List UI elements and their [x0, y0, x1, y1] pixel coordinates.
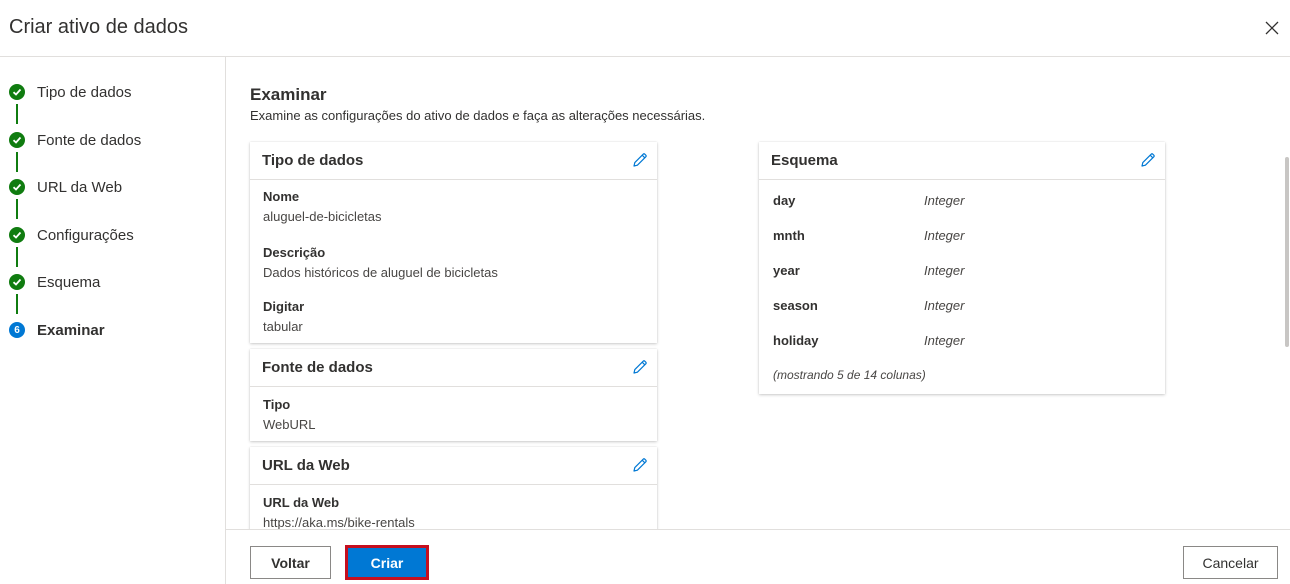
pencil-icon[interactable]: [631, 456, 649, 474]
checkmark-circle-icon: [9, 227, 25, 243]
step-label: Examinar: [37, 321, 105, 339]
wizard-steps: Tipo de dados Fonte de dados URL da Web …: [0, 57, 226, 584]
review-panel: Examinar Examine as configurações do ati…: [226, 57, 1290, 529]
field-label: URL da Web: [263, 495, 340, 510]
page-title: Examinar: [250, 85, 327, 104]
back-button[interactable]: Voltar: [250, 546, 331, 579]
step-label: Esquema: [37, 273, 101, 291]
checkmark-circle-icon: [9, 274, 25, 290]
step-connector: [16, 199, 18, 219]
close-icon: [1265, 21, 1279, 35]
cancel-button[interactable]: Cancelar: [1183, 546, 1278, 579]
step-label: Fonte de dados: [37, 131, 142, 149]
close-button[interactable]: [1262, 18, 1282, 38]
step-connector: [16, 294, 18, 314]
column-type: Integer: [924, 263, 965, 278]
step-configuracoes[interactable]: Configurações: [9, 223, 134, 247]
card-title: Fonte de dados: [262, 359, 373, 376]
pencil-icon[interactable]: [631, 358, 649, 376]
step-connector: [16, 104, 18, 124]
column-name: year: [773, 263, 800, 278]
scrollbar-thumb[interactable]: [1285, 157, 1289, 347]
field-label: Nome: [263, 189, 300, 204]
column-name: season: [773, 298, 818, 313]
schema-row: holiday Integer: [773, 333, 1153, 353]
schema-card: Esquema day Integer mnth Integer year In…: [759, 142, 1165, 394]
data-source-card: Fonte de dados Tipo WebURL: [250, 349, 657, 441]
schema-row: day Integer: [773, 193, 1153, 213]
pencil-icon[interactable]: [1139, 151, 1157, 169]
column-type: Integer: [924, 193, 965, 208]
card-title: Esquema: [771, 152, 838, 169]
step-number-badge: 6: [9, 322, 25, 338]
step-label: Configurações: [37, 226, 134, 244]
schema-row: year Integer: [773, 263, 1153, 283]
step-url-da-web[interactable]: URL da Web: [9, 175, 122, 199]
card-header: Tipo de dados: [250, 142, 657, 180]
data-type-card: Tipo de dados Nome aluguel-de-bicicletas…: [250, 142, 657, 343]
column-name: mnth: [773, 228, 805, 243]
field-label: Tipo: [263, 397, 291, 412]
dialog-footer: Voltar Criar Cancelar: [226, 529, 1290, 584]
step-esquema[interactable]: Esquema: [9, 270, 100, 294]
column-type: Integer: [924, 298, 965, 313]
dialog-title: Criar ativo de dados: [9, 16, 188, 38]
field-value: https://aka.ms/bike-rentals: [263, 515, 415, 529]
schema-row: season Integer: [773, 298, 1153, 318]
step-fonte-de-dados[interactable]: Fonte de dados: [9, 128, 141, 152]
schema-note: (mostrando 5 de 14 colunas): [773, 368, 926, 382]
dialog-header: Criar ativo de dados: [0, 0, 1290, 57]
card-header: URL da Web: [250, 447, 657, 485]
web-url-card: URL da Web URL da Web https://aka.ms/bik…: [250, 447, 657, 529]
card-header: Fonte de dados: [250, 349, 657, 387]
step-label: Tipo de dados: [37, 83, 132, 101]
column-type: Integer: [924, 228, 965, 243]
page-subtitle: Examine as configurações do ativo de dad…: [250, 108, 706, 123]
scrollbar[interactable]: [1284, 57, 1290, 529]
step-label: URL da Web: [37, 178, 123, 196]
field-value: WebURL: [263, 417, 316, 432]
schema-row: mnth Integer: [773, 228, 1153, 248]
column-name: holiday: [773, 333, 819, 348]
checkmark-circle-icon: [9, 132, 25, 148]
field-label: Descrição: [263, 245, 326, 260]
step-connector: [16, 152, 18, 172]
field-value: Dados históricos de aluguel de bicicleta…: [263, 265, 498, 280]
checkmark-circle-icon: [9, 179, 25, 195]
pencil-icon[interactable]: [631, 151, 649, 169]
step-examinar[interactable]: 6 Examinar: [9, 318, 105, 342]
card-title: URL da Web: [262, 457, 350, 474]
field-value: tabular: [263, 319, 303, 334]
column-name: day: [773, 193, 796, 208]
card-header: Esquema: [759, 142, 1165, 180]
step-tipo-de-dados[interactable]: Tipo de dados: [9, 80, 132, 104]
create-button[interactable]: Criar: [345, 545, 429, 580]
card-title: Tipo de dados: [262, 152, 364, 169]
field-value: aluguel-de-bicicletas: [263, 209, 382, 224]
step-connector: [16, 247, 18, 267]
field-label: Digitar: [263, 299, 305, 314]
checkmark-circle-icon: [9, 84, 25, 100]
column-type: Integer: [924, 333, 965, 348]
